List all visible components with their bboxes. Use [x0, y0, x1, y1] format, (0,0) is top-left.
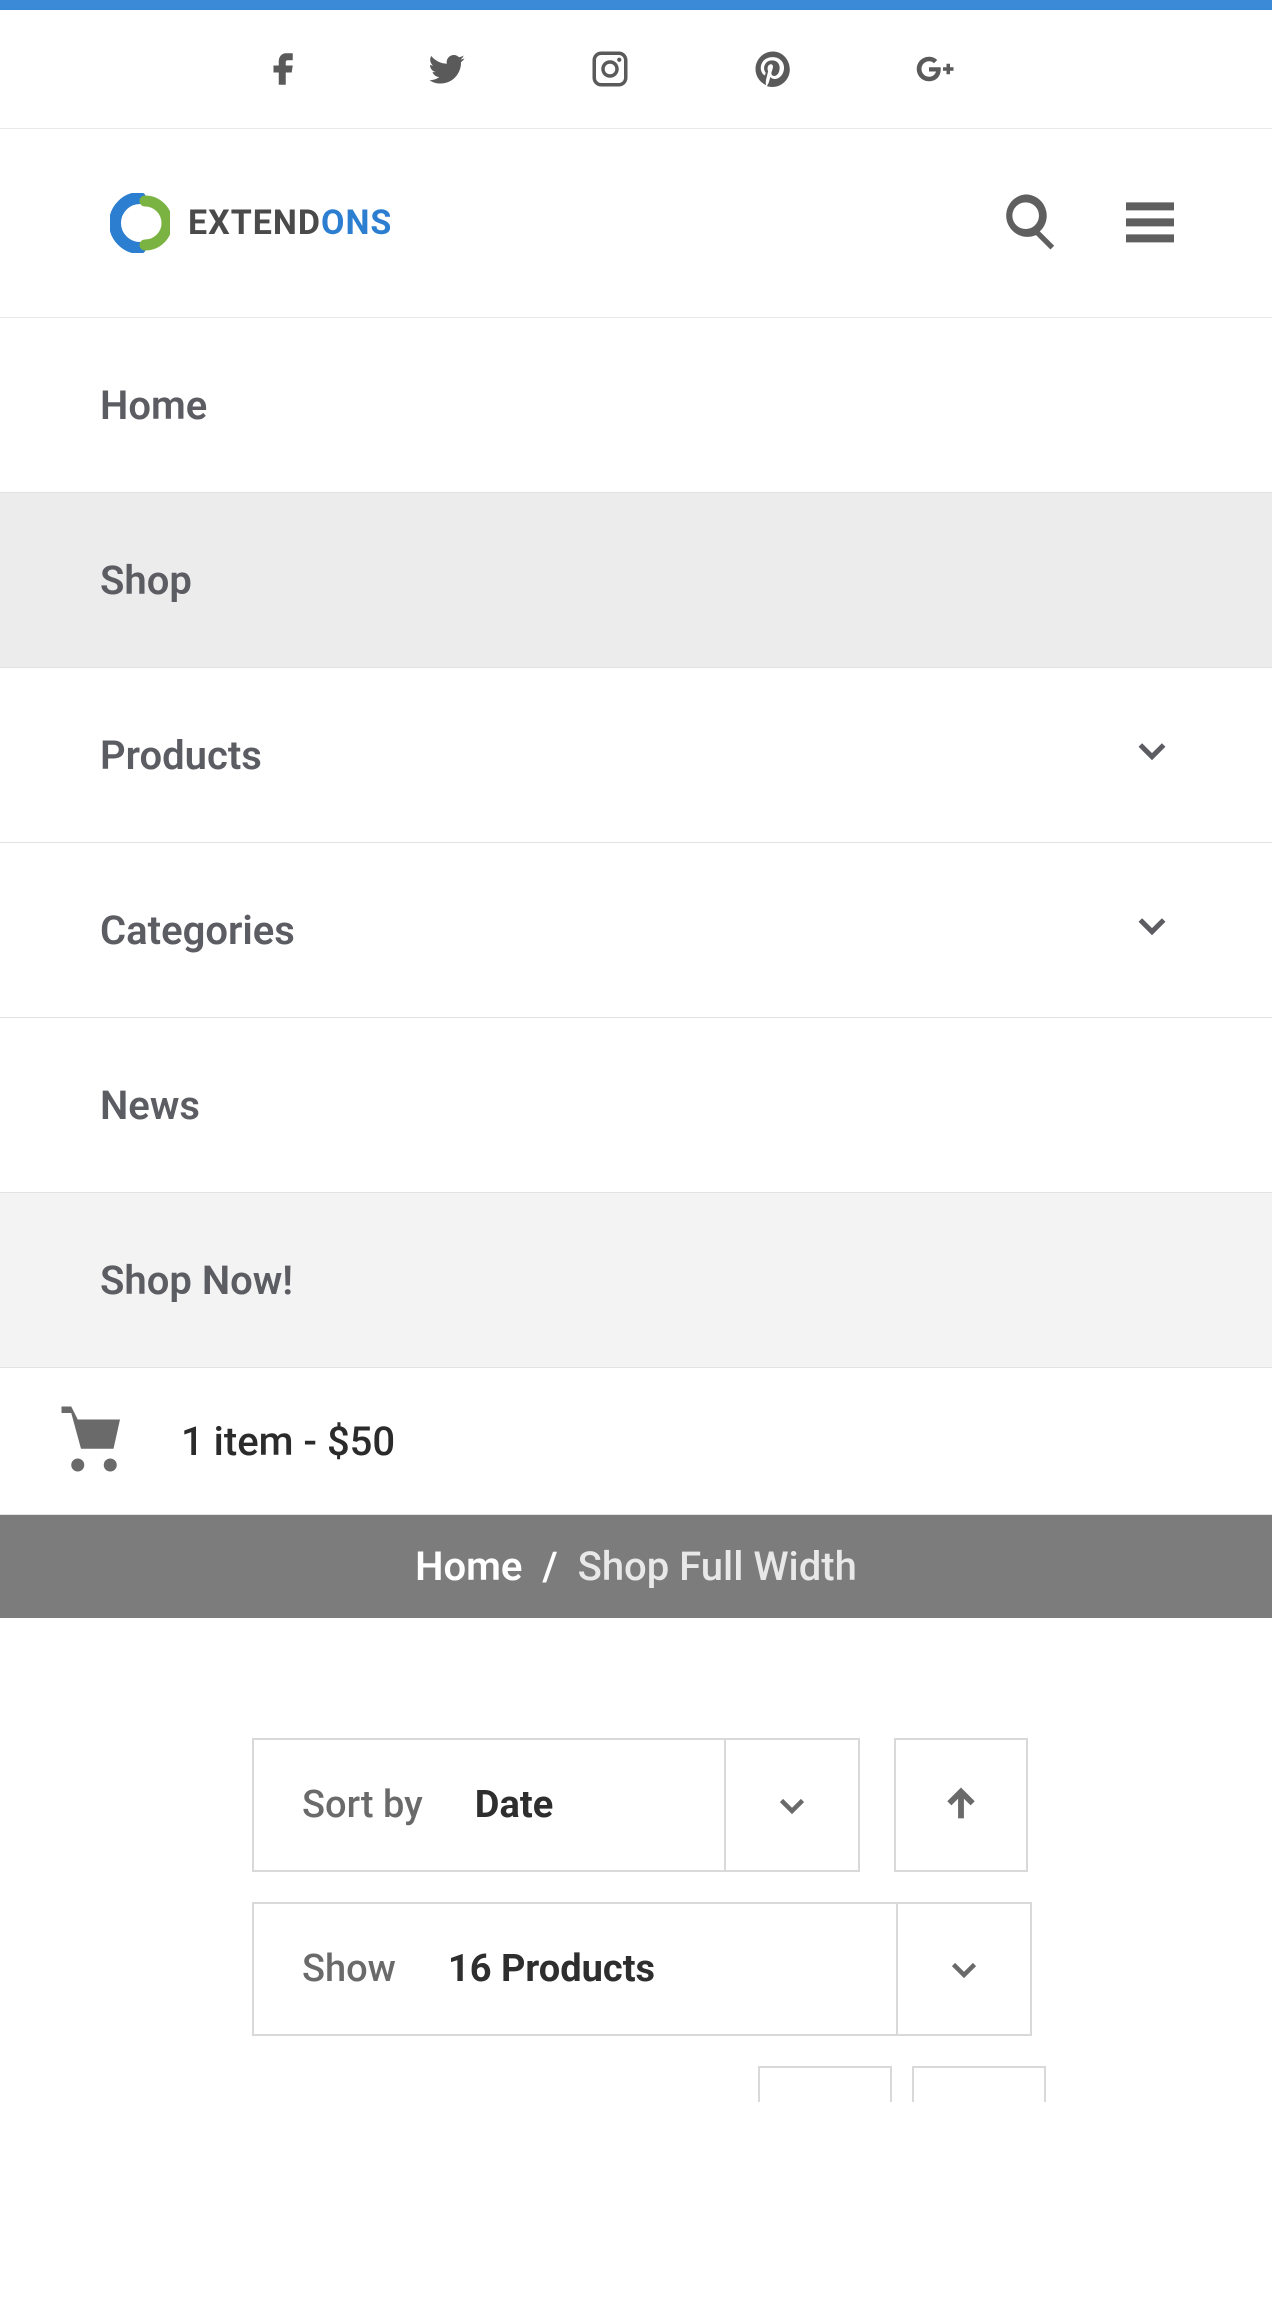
sort-direction-button[interactable]	[894, 1738, 1028, 1872]
view-switch	[252, 2066, 1272, 2102]
nav-categories[interactable]: Categories	[0, 843, 1272, 1018]
cart-text: 1 item - $50	[181, 1418, 395, 1465]
show-control[interactable]: Show 16 Products	[252, 1902, 1032, 2036]
nav-item-label: Shop Now!	[100, 1257, 293, 1304]
cart-summary[interactable]: 1 item - $50	[0, 1368, 1272, 1515]
top-accent-bar	[0, 0, 1272, 10]
view-option-2[interactable]	[912, 2066, 1046, 2102]
googleplus-icon[interactable]	[912, 45, 960, 93]
logo-text: EXTENDONS	[188, 203, 392, 243]
nav-item-label: Shop	[100, 557, 192, 604]
breadcrumb-current: Shop Full Width	[578, 1543, 857, 1590]
breadcrumb: Home / Shop Full Width	[0, 1515, 1272, 1618]
twitter-icon[interactable]	[423, 45, 471, 93]
sort-control[interactable]: Sort by Date	[252, 1738, 860, 1872]
menu-icon[interactable]	[1118, 189, 1182, 257]
cart-icon	[55, 1400, 133, 1482]
header: EXTENDONS	[0, 129, 1272, 318]
nav-home[interactable]: Home	[0, 318, 1272, 493]
search-icon[interactable]	[999, 189, 1063, 257]
sort-value: Date	[463, 1783, 724, 1827]
sort-label: Sort by	[254, 1783, 463, 1827]
nav-news[interactable]: News	[0, 1018, 1272, 1193]
show-label: Show	[254, 1947, 436, 1991]
main-nav: Home Shop Products Categories News Shop …	[0, 318, 1272, 1368]
breadcrumb-home[interactable]: Home	[415, 1543, 522, 1590]
arrow-up-icon	[941, 1785, 981, 1825]
view-option-1[interactable]	[758, 2066, 892, 2102]
logo[interactable]: EXTENDONS	[110, 193, 392, 253]
instagram-icon[interactable]	[586, 45, 634, 93]
nav-item-label: Categories	[100, 907, 295, 954]
product-controls: Sort by Date Show 16 Products	[0, 1618, 1272, 2162]
facebook-icon[interactable]	[260, 45, 308, 93]
breadcrumb-separator: /	[542, 1543, 557, 1590]
chevron-down-icon[interactable]	[1132, 905, 1172, 955]
nav-products[interactable]: Products	[0, 668, 1272, 843]
logo-mark-icon	[110, 193, 170, 253]
pinterest-icon[interactable]	[749, 45, 797, 93]
chevron-down-icon[interactable]	[896, 1904, 1030, 2034]
nav-item-label: Products	[100, 732, 262, 779]
social-bar	[0, 10, 1272, 129]
show-value: 16 Products	[436, 1947, 896, 1991]
chevron-down-icon[interactable]	[1132, 730, 1172, 780]
nav-item-label: News	[100, 1082, 200, 1129]
nav-shopnow[interactable]: Shop Now!	[0, 1193, 1272, 1368]
header-actions	[999, 189, 1182, 257]
chevron-down-icon[interactable]	[724, 1740, 858, 1870]
nav-shop[interactable]: Shop	[0, 493, 1272, 668]
nav-item-label: Home	[100, 382, 207, 429]
